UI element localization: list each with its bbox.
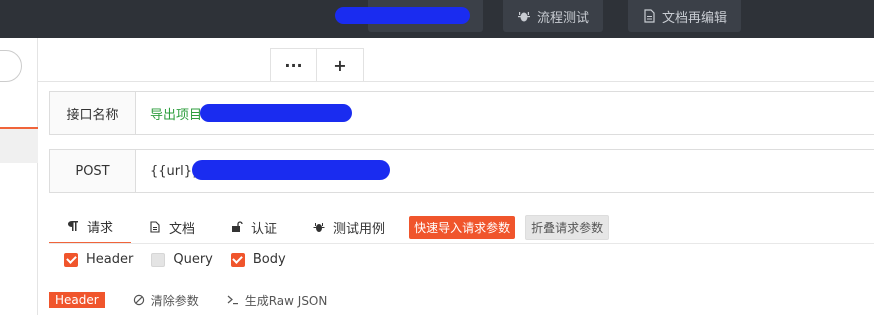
api-name-value: 导出项目 [150,107,203,123]
flow-test-label: 流程测试 [537,10,590,26]
header-checkbox[interactable]: Header [64,252,133,267]
clear-params-label: 清除参数 [150,293,199,308]
lock-icon [232,221,243,232]
body-checkbox[interactable]: Body [230,252,286,267]
header-tag: Header [49,292,105,308]
redaction-mark [192,160,390,180]
ban-icon [133,294,144,306]
doc-reedit-button[interactable]: 文档再编辑 [628,0,742,32]
method-value: POST [75,163,110,179]
clear-params-button[interactable]: 清除参数 [133,292,199,309]
doc-reedit-label: 文档再编辑 [662,10,728,26]
tab-request-label: 请求 [87,220,114,236]
checkbox-unchecked-icon [151,252,166,267]
bug-icon [518,12,530,22]
tab-toolbar: ··· + [270,48,364,82]
terminal-icon [227,295,238,305]
left-sidebar [0,38,38,315]
generate-raw-json-label: 生成Raw JSON [244,293,328,308]
document-icon [644,9,655,23]
document-icon [150,221,160,233]
param-checkboxes: Header Query Body [64,252,304,267]
checkbox-checked-icon [230,252,245,267]
query-checkbox-label: Query [173,252,213,267]
tab-request[interactable]: 请求 [49,210,132,244]
tab-testcases-label: 测试用例 [333,221,386,237]
tab-doc[interactable]: 文档 [131,210,213,244]
paragraph-icon [68,221,78,231]
header-actions: Header 清除参数 生成Raw JSON [49,291,327,309]
redaction-mark [200,104,352,122]
tab-auth[interactable]: 认证 [213,210,295,244]
sidebar-search-input[interactable] [0,50,22,82]
checkbox-checked-icon [64,252,78,267]
tab-doc-label: 文档 [169,221,196,237]
query-checkbox[interactable]: Query [151,252,213,267]
more-button[interactable]: ··· [270,48,317,82]
method-select[interactable]: POST [50,150,136,192]
body-checkbox-label: Body [252,252,286,267]
bug-icon [313,223,325,232]
request-tabs: 请求 文档 认证 测试用例 快速导入请求参数 折叠请求参数 [49,210,610,244]
request-url-row: POST {{url}}rest/... [49,149,874,193]
sidebar-selected-item[interactable] [0,127,38,163]
collapse-params-button[interactable]: 折叠请求参数 [525,214,610,240]
tab-testcases[interactable]: 测试用例 [295,210,403,244]
quick-import-button[interactable]: 快速导入请求参数 [409,215,516,239]
generate-raw-json-button[interactable]: 生成Raw JSON [227,292,328,309]
add-tab-button[interactable]: + [317,48,364,82]
tab-auth-label: 认证 [251,221,278,237]
divider [38,81,874,82]
flow-test-button[interactable]: 流程测试 [503,0,604,32]
header-checkbox-label: Header [86,252,134,267]
redaction-mark [335,7,470,24]
api-name-label: 接口名称 [50,92,136,134]
api-name-row: 接口名称 导出项目 [49,91,874,135]
divider [49,243,874,244]
